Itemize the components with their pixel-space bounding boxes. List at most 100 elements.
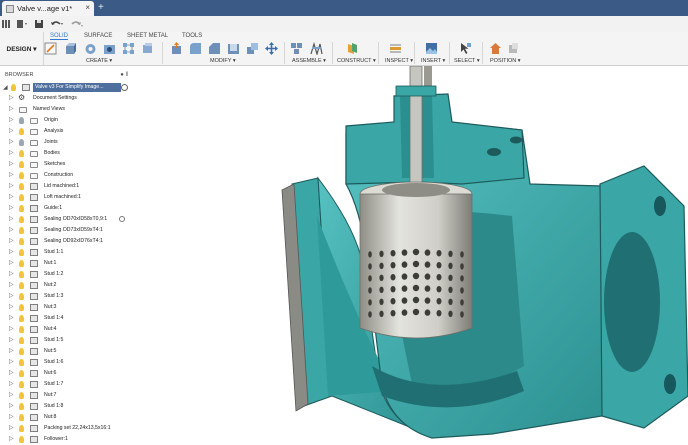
lightbulb-icon[interactable] [19,238,24,245]
lightbulb-icon[interactable] [19,227,24,234]
activate-radio-icon[interactable] [121,84,128,91]
expand-arrow-icon[interactable]: ▷ [9,248,14,255]
lightbulb-icon[interactable] [19,260,24,267]
position-capture-icon[interactable] [489,42,502,55]
document-tab[interactable]: Valve v...age v1* × [2,1,94,16]
select-icon[interactable] [459,42,472,55]
lightbulb-icon[interactable] [19,216,24,223]
lightbulb-icon[interactable] [19,139,24,146]
pattern-icon[interactable] [122,42,135,55]
expand-arrow-icon[interactable]: ▷ [9,105,14,112]
browser-item[interactable]: ▷ Packing set 22,24x13,5x16:1 [0,423,132,434]
select-group-label[interactable]: SELECT ▾ [454,58,480,64]
data-panel-icon[interactable] [2,20,10,28]
browser-item[interactable]: ▷ Nut:5 [0,346,132,357]
expand-arrow-icon[interactable]: ▷ [9,314,14,321]
lightbulb-icon[interactable] [19,150,24,157]
workspace-switcher[interactable]: DESIGN ▾ [0,32,44,66]
browser-item[interactable]: ▷ Stud 1:8 [0,401,132,412]
browser-item[interactable]: ▷ Lid machined:1 [0,181,132,192]
lightbulb-icon[interactable] [19,326,24,333]
browser-item[interactable]: ▷ Stud 1:1 [0,247,132,258]
lightbulb-icon[interactable] [19,337,24,344]
insert-image-icon[interactable] [425,42,438,55]
save-icon[interactable] [34,19,44,29]
expand-arrow-icon[interactable]: ▷ [9,160,14,167]
measure-icon[interactable] [389,42,402,55]
expand-arrow-icon[interactable]: ▷ [9,94,14,101]
lightbulb-icon[interactable] [19,293,24,300]
browser-item[interactable]: ▷ Origin [0,115,132,126]
lightbulb-icon[interactable] [19,381,24,388]
browser-item[interactable]: ▷ Sketches [0,159,132,170]
browser-collapse-icon[interactable]: ● ‖ [120,69,128,81]
3d-viewport[interactable] [132,66,688,445]
lightbulb-icon[interactable] [19,128,24,135]
browser-item[interactable]: ▷ Nut:8 [0,412,132,423]
expand-arrow-icon[interactable]: ▷ [9,292,14,299]
tab-surface[interactable]: SURFACE [84,32,112,40]
lightbulb-icon[interactable] [19,271,24,278]
offset-plane-icon[interactable] [346,42,359,55]
browser-item[interactable]: ▷ Sealing OD92xID76xT4:1 [0,236,132,247]
move-copy-icon[interactable] [265,42,278,55]
lightbulb-icon[interactable] [19,392,24,399]
new-sketch-icon[interactable] [44,42,57,55]
joint-icon[interactable] [310,42,323,55]
browser-root-component[interactable]: ◢ Valve v3 For Simplify Image... [0,82,132,93]
browser-item[interactable]: ▷ Loft machined:1 [0,192,132,203]
expand-arrow-icon[interactable]: ▷ [9,270,14,277]
expand-arrow-icon[interactable]: ▷ [9,391,14,398]
construct-group-label[interactable]: CONSTRUCT ▾ [337,58,376,64]
extrude-icon[interactable] [64,42,77,55]
browser-item[interactable]: ▷ Follower:1 [0,434,132,445]
browser-item[interactable]: ▷ Nut:3 [0,302,132,313]
browser-item[interactable]: ▷ Construction [0,170,132,181]
activate-radio-icon[interactable] [119,216,125,222]
new-component-icon[interactable] [290,42,303,55]
hole-icon[interactable] [103,42,116,55]
browser-item[interactable]: ▷ Analysis [0,126,132,137]
browser-item[interactable]: ▷ Stud 1:5 [0,335,132,346]
expand-arrow-icon[interactable]: ▷ [9,237,14,244]
lightbulb-icon[interactable] [19,117,24,124]
expand-arrow-icon[interactable]: ▷ [9,226,14,233]
browser-item[interactable]: ▷ Stud 1:6 [0,357,132,368]
lightbulb-icon[interactable] [19,403,24,410]
lightbulb-icon[interactable] [19,359,24,366]
lightbulb-icon[interactable] [19,161,24,168]
expand-arrow-icon[interactable]: ▷ [9,347,14,354]
lightbulb-icon[interactable] [19,348,24,355]
lightbulb-icon[interactable] [19,194,24,201]
lightbulb-icon[interactable] [19,183,24,190]
expand-arrow-icon[interactable]: ▷ [9,424,14,431]
browser-item[interactable]: ▷ Guide:1 [0,203,132,214]
lightbulb-icon[interactable] [19,282,24,289]
browser-item[interactable]: ▷ Sealing OD73xID59xT4:1 [0,225,132,236]
expand-arrow-icon[interactable]: ▷ [9,259,14,266]
expand-arrow-icon[interactable]: ▷ [9,358,14,365]
position-revert-icon[interactable] [507,42,520,55]
browser-item[interactable]: ▷ Sealing OD70xID58xT0,9:1 [0,214,132,225]
expand-arrow-icon[interactable]: ▷ [9,281,14,288]
expand-arrow-icon[interactable]: ▷ [9,435,14,442]
expand-arrow-icon[interactable]: ▷ [9,193,14,200]
collapse-arrow-icon[interactable]: ◢ [3,84,8,91]
lightbulb-icon[interactable] [19,172,24,179]
revolve-icon[interactable] [84,42,97,55]
browser-item[interactable]: ▷ Nut:7 [0,390,132,401]
create-more-icon[interactable] [141,42,154,55]
expand-arrow-icon[interactable]: ▷ [9,182,14,189]
expand-arrow-icon[interactable]: ▷ [9,325,14,332]
lightbulb-icon[interactable] [19,436,24,443]
expand-arrow-icon[interactable]: ▷ [9,171,14,178]
tab-solid[interactable]: SOLID [50,32,69,40]
chamfer-icon[interactable] [208,42,221,55]
inspect-group-label[interactable]: INSPECT ▾ [385,58,413,64]
lightbulb-icon[interactable] [11,84,16,91]
expand-arrow-icon[interactable]: ▷ [9,402,14,409]
new-tab-button[interactable]: + [98,2,104,13]
expand-arrow-icon[interactable]: ▷ [9,138,14,145]
expand-arrow-icon[interactable]: ▷ [9,369,14,376]
insert-group-label[interactable]: INSERT ▾ [421,58,445,64]
